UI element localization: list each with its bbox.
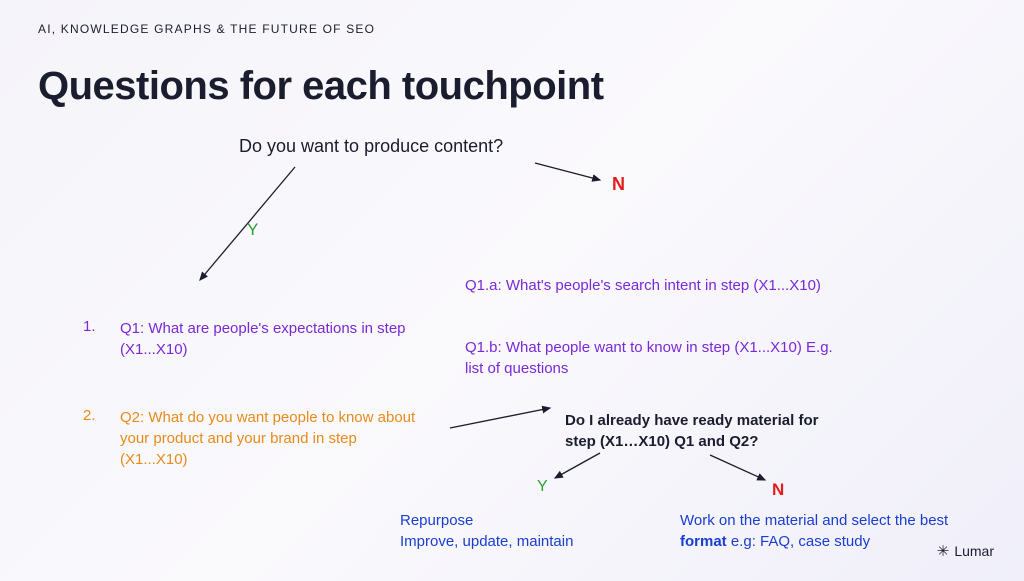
arrow-sub-to-y <box>545 448 615 488</box>
q1-text: Q1: What are people's expectations in st… <box>120 318 410 360</box>
repurpose-line1: Repurpose <box>400 512 473 529</box>
repurpose-text: Repurpose Improve, update, maintain <box>400 510 610 552</box>
logo-icon: ✳ <box>937 544 950 559</box>
work-format: format <box>680 533 727 550</box>
y-bottom-label: Y <box>537 478 548 496</box>
question-sub: Do I already have ready material for ste… <box>565 410 825 452</box>
q1-number: 1. <box>83 318 96 335</box>
slide-title: Questions for each touchpoint <box>38 64 604 109</box>
arrow-q2-to-sub <box>445 398 565 438</box>
q1b-text: Q1.b: What people want to know in step (… <box>465 337 835 379</box>
q2-number: 2. <box>83 407 96 424</box>
work-material-text: Work on the material and select the best… <box>680 510 960 552</box>
n-top-label: N <box>612 174 625 195</box>
logo: ✳ Lumar <box>937 543 994 559</box>
logo-text: Lumar <box>954 543 994 559</box>
q1a-text: Q1.a: What's people's search intent in s… <box>465 277 821 294</box>
work-post: e.g: FAQ, case study <box>727 533 870 550</box>
slide-header: AI, KNOWLEDGE GRAPHS & THE FUTURE OF SEO <box>38 22 375 36</box>
work-pre: Work on the material and select the best <box>680 512 948 529</box>
repurpose-line2: Improve, update, maintain <box>400 533 573 550</box>
question-main: Do you want to produce content? <box>239 136 503 157</box>
q2-text: Q2: What do you want people to know abou… <box>120 407 420 470</box>
arrow-main-to-n <box>530 155 620 195</box>
arrow-main-to-y <box>180 162 310 292</box>
y-top-label: Y <box>247 220 258 240</box>
n-bottom-label: N <box>772 480 784 500</box>
